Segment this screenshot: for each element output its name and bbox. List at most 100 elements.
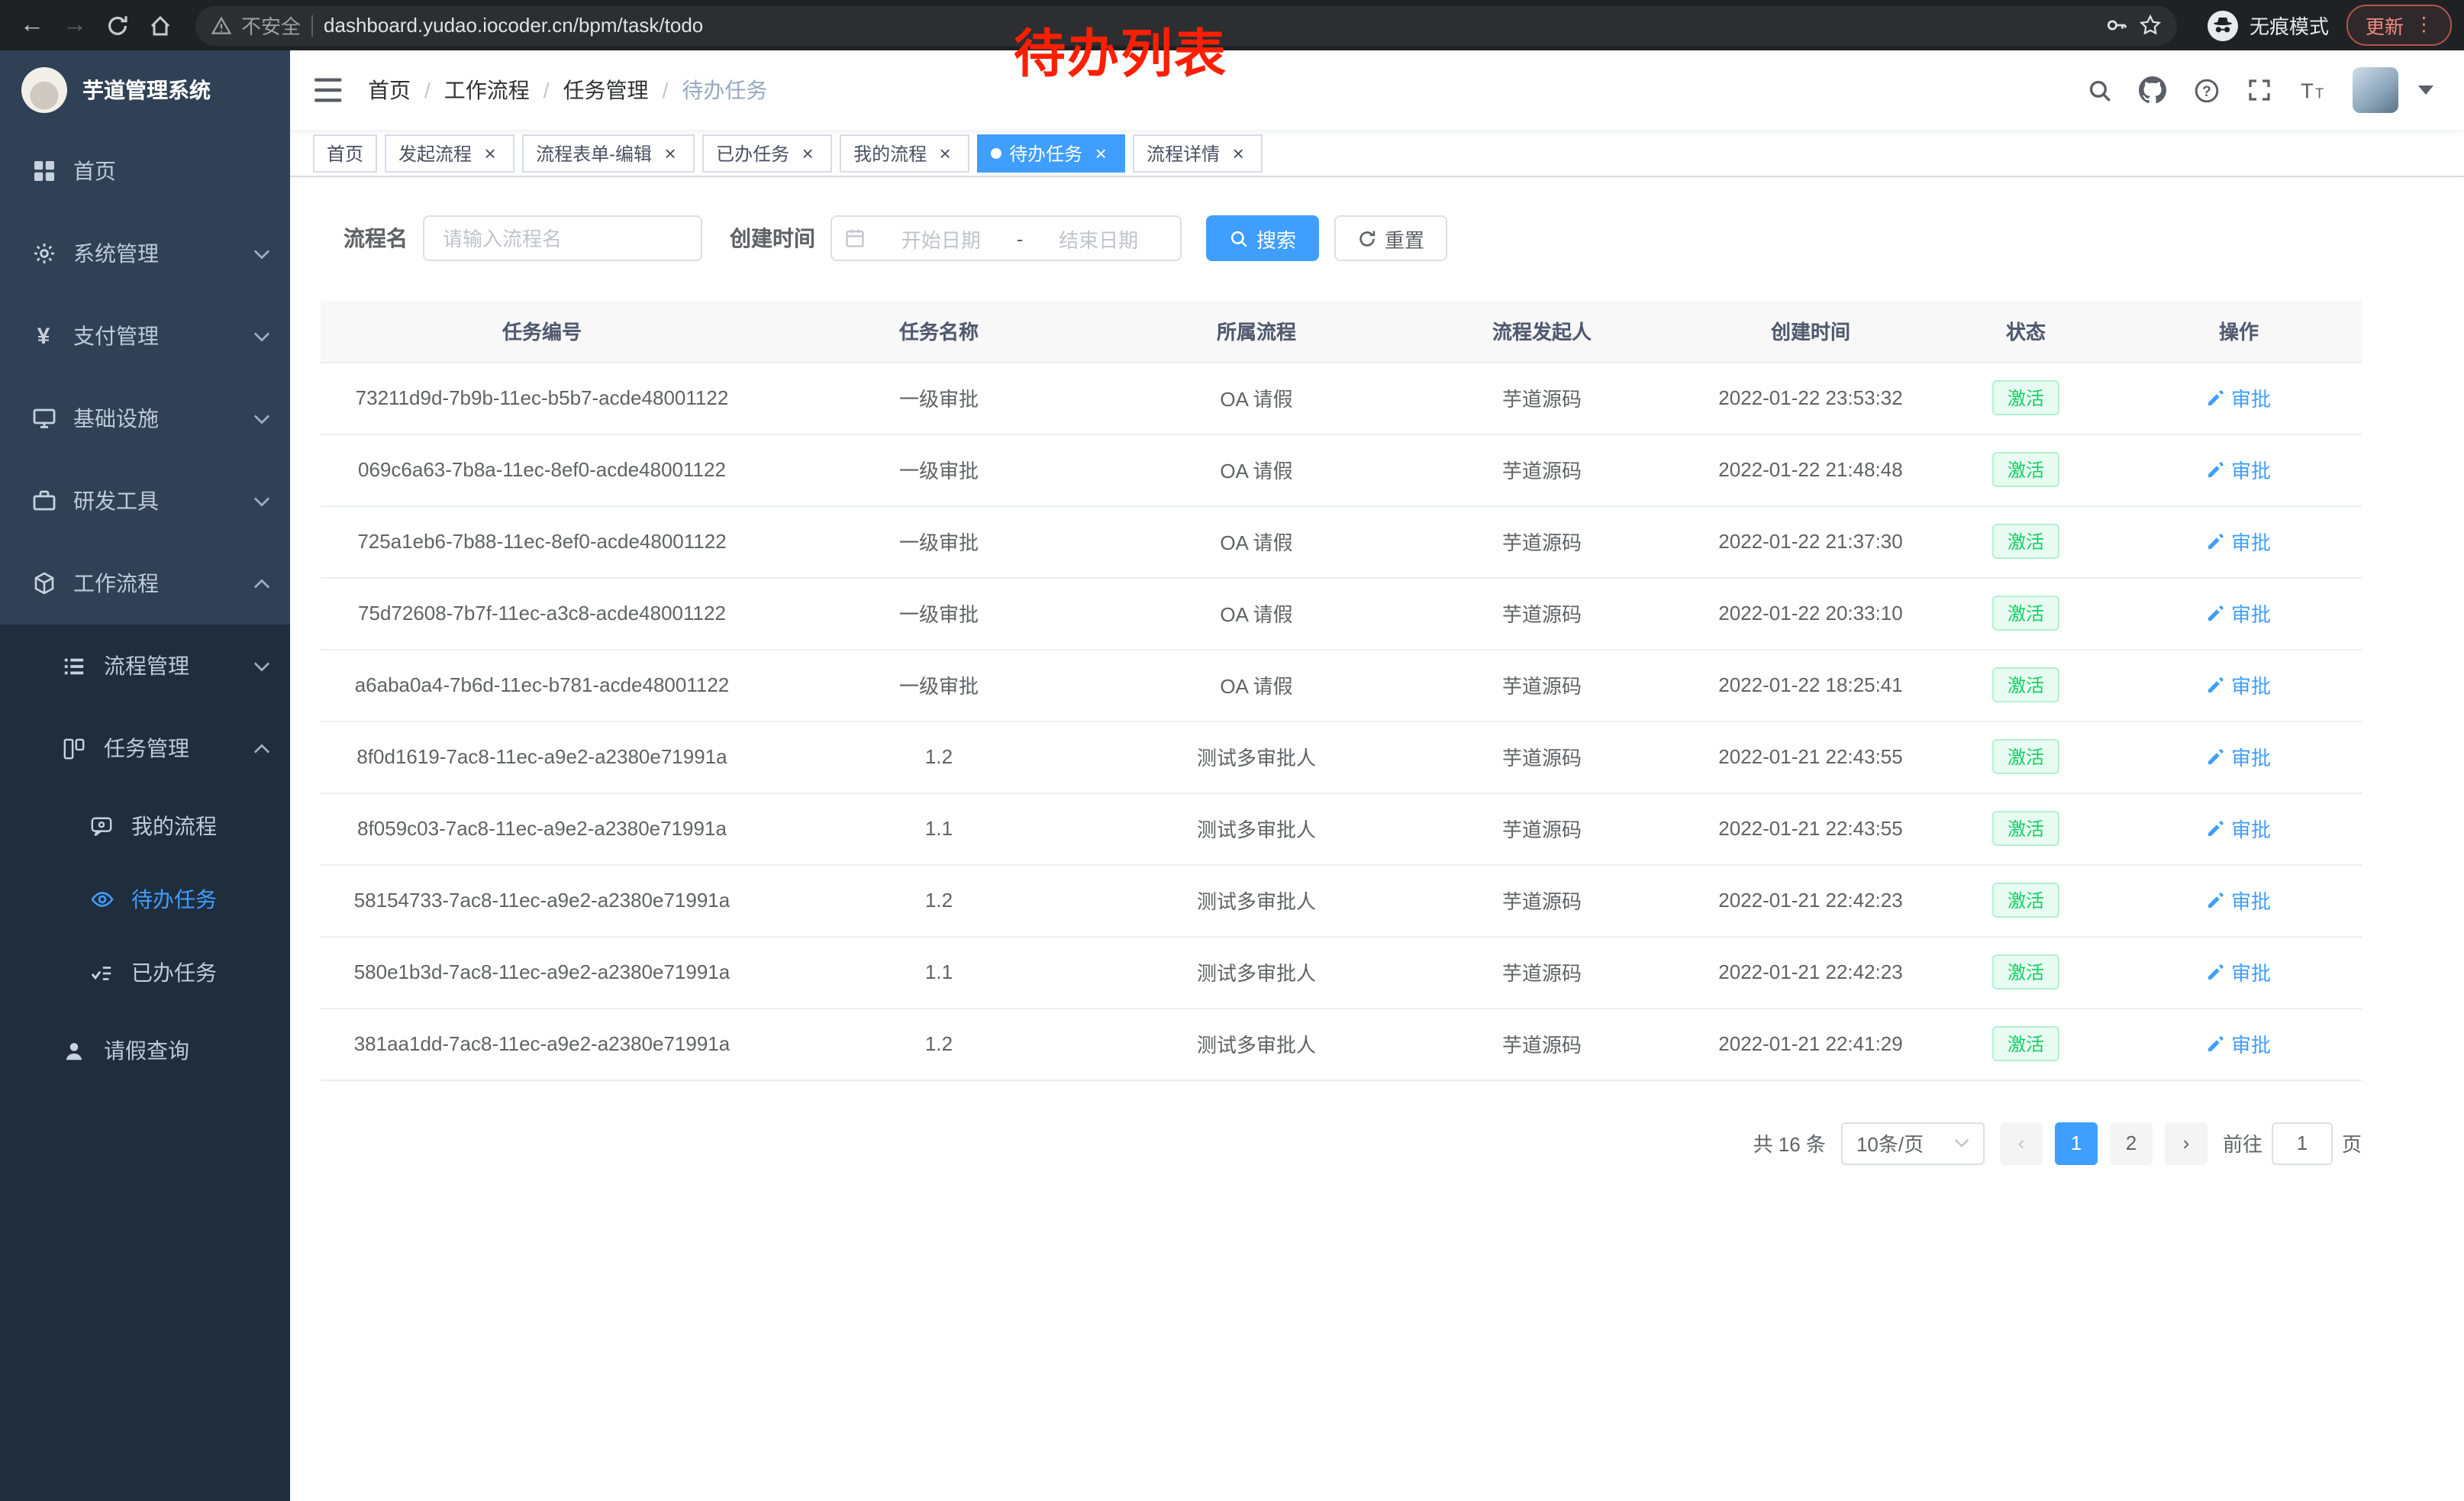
goto-page-input[interactable] xyxy=(2272,1122,2333,1164)
cell-action: 审批 xyxy=(2116,936,2362,1008)
close-icon[interactable]: × xyxy=(479,142,501,163)
security-chip[interactable]: 不安全 xyxy=(211,11,301,40)
process-name-input[interactable] xyxy=(423,215,702,261)
help-icon[interactable]: ? xyxy=(2192,76,2220,104)
column-header: 任务名称 xyxy=(763,301,1114,362)
hamburger-icon[interactable] xyxy=(314,75,345,105)
forward-icon[interactable]: → xyxy=(55,5,95,45)
reset-button[interactable]: 重置 xyxy=(1334,215,1447,261)
app-logo[interactable]: 芋道管理系统 xyxy=(0,50,290,130)
close-icon[interactable]: × xyxy=(1090,142,1111,163)
sidebar-item-payment[interactable]: ¥支付管理 xyxy=(0,295,290,377)
page-button-2[interactable]: 2 xyxy=(2110,1122,2153,1164)
cell-action: 审批 xyxy=(2116,649,2362,721)
sidebar-item-my-process[interactable]: 我的流程 xyxy=(0,789,290,863)
user-icon xyxy=(61,1039,87,1062)
close-icon[interactable]: × xyxy=(934,142,956,163)
cell-status: 激活 xyxy=(1936,434,2116,505)
search-icon xyxy=(1229,228,1249,248)
tab-process-detail[interactable]: 流程详情× xyxy=(1133,134,1263,172)
breadcrumb: 首页/工作流程/任务管理/待办任务 xyxy=(368,75,767,105)
tab-done-tasks[interactable]: 已办任务× xyxy=(702,134,832,172)
filter-bar: 流程名 创建时间 开始日期 - 结束日期 搜索 重置 xyxy=(321,215,2464,261)
cell-task-id: 580e1b3d-7ac8-11ec-a9e2-a2380e71991a xyxy=(321,936,763,1008)
cell-status: 激活 xyxy=(1936,792,2116,864)
sidebar-item-devtools[interactable]: 研发工具 xyxy=(0,460,290,542)
more-menu-icon[interactable]: ⋮ xyxy=(2414,16,2433,35)
cell-status: 激活 xyxy=(1936,721,2116,792)
update-label: 更新 xyxy=(2366,11,2404,40)
sidebar-item-workflow[interactable]: 工作流程 xyxy=(0,542,290,625)
breadcrumb-item[interactable]: 任务管理 xyxy=(563,75,649,105)
cell-starter: 芋道源码 xyxy=(1398,864,1685,936)
approve-link[interactable]: 审批 xyxy=(2207,383,2271,412)
next-page-button[interactable]: › xyxy=(2165,1122,2208,1164)
sidebar-item-process-mgmt[interactable]: 流程管理 xyxy=(0,625,290,707)
page-size-select[interactable]: 10条/页 xyxy=(1841,1122,1985,1164)
close-icon[interactable]: × xyxy=(660,142,681,163)
browser-toolbar: ← → 不安全 dashboard.yudao.iocoder.cn/bpm/t… xyxy=(0,0,2464,50)
main-area: 首页/工作流程/任务管理/待办任务 ? TT 首页发起流程×流程表单-编辑×已办… xyxy=(290,50,2464,1501)
tab-my-process[interactable]: 我的流程× xyxy=(840,134,969,172)
search-icon[interactable] xyxy=(2085,76,2113,104)
incognito-icon xyxy=(2208,10,2239,40)
github-icon[interactable] xyxy=(2139,76,2166,104)
star-icon[interactable] xyxy=(2140,14,2162,37)
tab-home[interactable]: 首页 xyxy=(313,134,377,172)
sidebar-menu: 首页系统管理¥支付管理基础设施研发工具工作流程 xyxy=(0,130,290,625)
home-icon[interactable] xyxy=(140,5,180,45)
url-text: dashboard.yudao.iocoder.cn/bpm/task/todo xyxy=(324,14,703,37)
sidebar-item-leave-query[interactable]: 请假查询 xyxy=(0,1009,290,1092)
sidebar-item-home[interactable]: 首页 xyxy=(0,130,290,212)
tab-todo-tasks[interactable]: 待办任务× xyxy=(977,134,1125,172)
table-row: 58154733-7ac8-11ec-a9e2-a2380e71991a1.2测… xyxy=(321,864,2362,936)
edit-icon xyxy=(2207,460,2225,479)
cell-starter: 芋道源码 xyxy=(1398,792,1685,864)
approve-link[interactable]: 审批 xyxy=(2207,886,2271,915)
breadcrumb-item[interactable]: 首页 xyxy=(368,75,411,105)
sidebar-item-system[interactable]: 系统管理 xyxy=(0,212,290,295)
approve-link[interactable]: 审批 xyxy=(2207,599,2271,628)
tab-start-process[interactable]: 发起流程× xyxy=(385,134,514,172)
cell-created: 2022-01-22 21:37:30 xyxy=(1685,505,1936,577)
chevron-up-icon xyxy=(253,578,270,589)
approve-link[interactable]: 审批 xyxy=(2207,957,2271,986)
search-button[interactable]: 搜索 xyxy=(1206,215,1319,261)
reload-icon[interactable] xyxy=(98,5,137,45)
approve-link[interactable]: 审批 xyxy=(2207,814,2271,843)
status-badge: 激活 xyxy=(1992,1026,2059,1061)
back-icon[interactable]: ← xyxy=(12,5,52,45)
page-button-1[interactable]: 1 xyxy=(2055,1122,2098,1164)
page-size-value: 10条/页 xyxy=(1856,1128,1924,1157)
sidebar-item-todo-task[interactable]: 待办任务 xyxy=(0,863,290,936)
cell-starter: 芋道源码 xyxy=(1398,936,1685,1008)
approve-link[interactable]: 审批 xyxy=(2207,455,2271,484)
update-button[interactable]: 更新 ⋮ xyxy=(2347,5,2452,46)
user-avatar[interactable] xyxy=(2353,67,2398,113)
approve-link[interactable]: 审批 xyxy=(2207,527,2271,556)
breadcrumb-item[interactable]: 工作流程 xyxy=(444,75,530,105)
fullscreen-icon[interactable] xyxy=(2246,76,2273,104)
chevron-down-icon xyxy=(253,495,270,506)
chevron-down-icon xyxy=(1954,1138,1969,1148)
status-badge: 激活 xyxy=(1992,596,2059,631)
sidebar-item-task-mgmt[interactable]: 任务管理 xyxy=(0,707,290,789)
caret-down-icon[interactable] xyxy=(2412,76,2440,104)
cell-process: OA 请假 xyxy=(1114,577,1398,649)
close-icon[interactable]: × xyxy=(797,142,818,163)
approve-link[interactable]: 审批 xyxy=(2207,670,2271,699)
close-icon[interactable]: × xyxy=(1227,142,1249,163)
address-bar[interactable]: 不安全 dashboard.yudao.iocoder.cn/bpm/task/… xyxy=(195,5,2178,45)
font-size-icon[interactable]: TT xyxy=(2299,76,2327,104)
approve-label: 审批 xyxy=(2231,455,2271,484)
approve-link[interactable]: 审批 xyxy=(2207,742,2271,771)
column-header: 操作 xyxy=(2116,301,2362,362)
sidebar-item-done-task[interactable]: 已办任务 xyxy=(0,936,290,1009)
tab-form-edit[interactable]: 流程表单-编辑× xyxy=(522,134,695,172)
approve-link[interactable]: 审批 xyxy=(2207,1029,2271,1058)
key-icon[interactable] xyxy=(2106,14,2129,37)
prev-page-button[interactable]: ‹ xyxy=(2000,1122,2043,1164)
task-table: 任务编号任务名称所属流程流程发起人创建时间状态操作 73211d9d-7b9b-… xyxy=(321,301,2362,1080)
sidebar-item-infra[interactable]: 基础设施 xyxy=(0,377,290,460)
date-range-picker[interactable]: 开始日期 - 结束日期 xyxy=(830,215,1182,261)
